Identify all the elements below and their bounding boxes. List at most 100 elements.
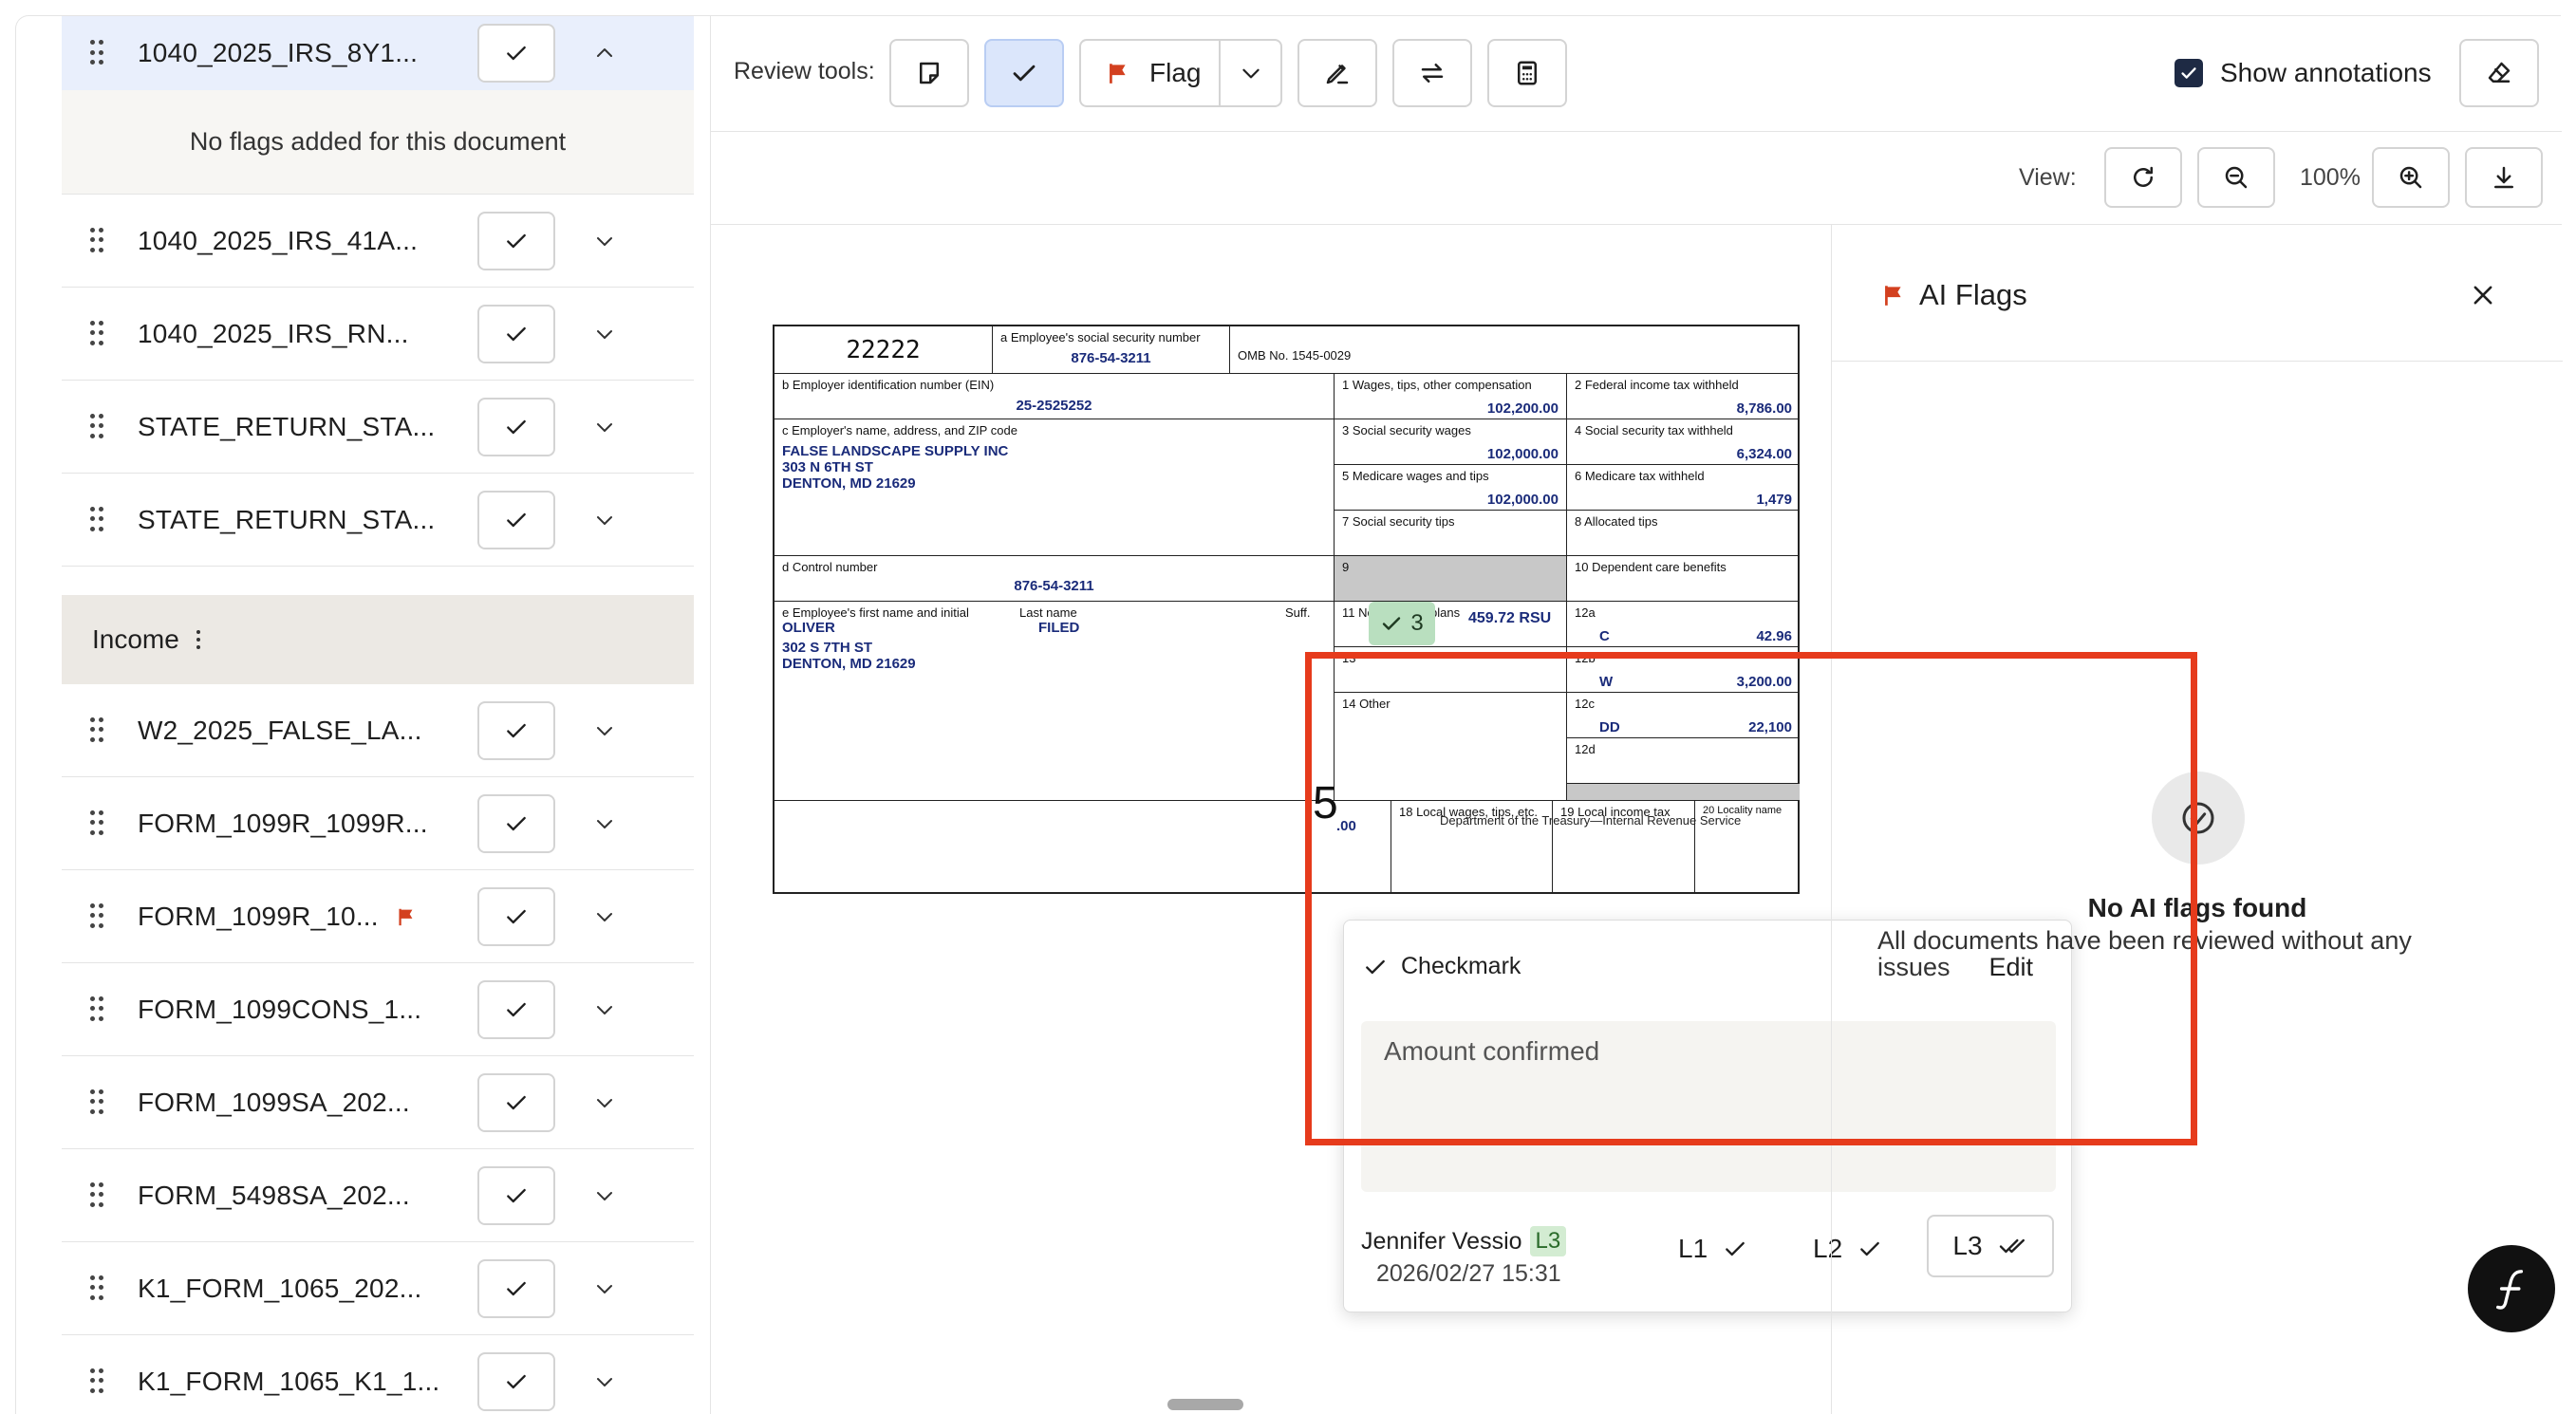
w2-employee-last: FILED bbox=[1038, 620, 1080, 636]
w2-box-12c: 12c DD 22,100 bbox=[1567, 693, 1800, 738]
mark-reviewed-button[interactable] bbox=[477, 304, 555, 363]
chevron-down-icon[interactable] bbox=[593, 509, 616, 531]
mark-reviewed-button[interactable] bbox=[477, 490, 555, 549]
drag-handle-icon[interactable] bbox=[90, 413, 103, 440]
swap-tool-button[interactable] bbox=[1392, 39, 1472, 107]
mark-reviewed-button[interactable] bbox=[477, 1072, 555, 1132]
document-row[interactable]: FORM_1099CONS_1... bbox=[62, 963, 694, 1056]
drag-handle-icon[interactable] bbox=[90, 506, 103, 533]
document-row[interactable]: FORM_5498SA_202... bbox=[62, 1149, 694, 1242]
flag-dropdown-toggle[interactable] bbox=[1221, 41, 1280, 105]
w2-employee-names: OLIVER FILED bbox=[782, 620, 1326, 636]
chevron-down-icon[interactable] bbox=[593, 230, 616, 252]
mark-reviewed-button[interactable] bbox=[477, 793, 555, 853]
pen-icon bbox=[1326, 65, 1349, 84]
document-row-expanded[interactable]: 1040_2025_IRS_8Y1... bbox=[62, 16, 694, 90]
document-row[interactable]: FORM_1099R_1099R... bbox=[62, 777, 694, 870]
chevron-up-icon[interactable] bbox=[593, 42, 616, 65]
drag-handle-icon[interactable] bbox=[90, 902, 103, 930]
drag-handle-icon[interactable] bbox=[90, 995, 103, 1023]
flag-tool-button[interactable]: Flag bbox=[1079, 39, 1282, 107]
w2-b14-text: 59.72 RSU bbox=[1476, 610, 1552, 626]
document-row[interactable]: K1_FORM_1065_202... bbox=[62, 1242, 694, 1335]
checkmark-annotation-badge[interactable]: 3 bbox=[1369, 602, 1435, 645]
assistant-fab[interactable] bbox=[2468, 1245, 2555, 1332]
drag-handle-icon[interactable] bbox=[90, 1274, 103, 1302]
document-name: STATE_RETURN_STA... bbox=[138, 504, 436, 534]
popover-title: Checkmark bbox=[1401, 953, 1521, 979]
clear-annotations-button[interactable] bbox=[2459, 39, 2539, 107]
download-button[interactable] bbox=[2465, 147, 2543, 208]
mark-reviewed-button[interactable] bbox=[477, 24, 555, 83]
mark-reviewed-button[interactable] bbox=[477, 1351, 555, 1411]
document-row[interactable]: 1040_2025_IRS_41A... bbox=[62, 195, 694, 288]
highlight-tool-button[interactable] bbox=[1297, 39, 1377, 107]
viewer-resize-handle[interactable] bbox=[1167, 1399, 1243, 1410]
document-row[interactable]: FORM_1099R_10... bbox=[62, 870, 694, 963]
chevron-down-icon[interactable] bbox=[593, 416, 616, 438]
drag-handle-icon[interactable] bbox=[90, 40, 103, 66]
w2-b12b-code: W bbox=[1599, 674, 1614, 690]
document-row[interactable]: K1_FORM_1065_K1_1... bbox=[62, 1335, 694, 1414]
chevron-down-icon[interactable] bbox=[593, 1091, 616, 1114]
mark-reviewed-button[interactable] bbox=[477, 979, 555, 1039]
mark-reviewed-button[interactable] bbox=[477, 397, 555, 456]
document-row[interactable]: STATE_RETURN_STA... bbox=[62, 381, 694, 474]
document-row[interactable]: 1040_2025_IRS_RN... bbox=[62, 288, 694, 381]
w2-ein-label: b Employer identification number (EIN) bbox=[782, 378, 995, 392]
drag-handle-icon[interactable] bbox=[90, 809, 103, 837]
drag-handle-icon[interactable] bbox=[90, 1088, 103, 1116]
calculator-tool-button[interactable] bbox=[1487, 39, 1567, 107]
close-icon[interactable] bbox=[2470, 282, 2496, 308]
w2-box-3: 3 Social security wages 102,000.00 bbox=[1335, 419, 1567, 465]
chevron-down-icon[interactable] bbox=[593, 1277, 616, 1300]
w2-b1-label: 1 Wages, tips, other compensation bbox=[1342, 378, 1532, 392]
view-label: View: bbox=[2019, 164, 2077, 191]
mark-reviewed-button[interactable] bbox=[477, 1165, 555, 1225]
drag-handle-icon[interactable] bbox=[90, 320, 103, 347]
show-annotations-checkbox[interactable] bbox=[2175, 59, 2203, 87]
chevron-down-icon[interactable] bbox=[593, 1370, 616, 1393]
document-name: FORM_1099R_1099R... bbox=[138, 808, 428, 838]
show-annotations-toggle[interactable]: Show annotations bbox=[2175, 58, 2432, 88]
check-icon bbox=[507, 512, 526, 527]
mark-reviewed-button[interactable] bbox=[477, 211, 555, 270]
level-l1-status[interactable]: L1 bbox=[1678, 1234, 1747, 1264]
chevron-down-icon[interactable] bbox=[593, 905, 616, 928]
eraser-icon bbox=[2488, 62, 2511, 83]
chevron-down-icon[interactable] bbox=[593, 812, 616, 835]
kebab-menu-icon[interactable] bbox=[196, 630, 200, 649]
w2-box-a: a Employee's social security number 876-… bbox=[993, 326, 1230, 374]
document-viewer[interactable]: 22222 a Employee's social security numbe… bbox=[711, 225, 2072, 1414]
zoom-out-button[interactable] bbox=[2197, 147, 2275, 208]
document-row[interactable]: W2_2025_FALSE_LA... bbox=[62, 684, 694, 777]
w2-suffix-label: Suff. bbox=[1285, 605, 1311, 620]
zoom-level: 100% bbox=[2300, 164, 2361, 191]
drag-handle-icon[interactable] bbox=[90, 1181, 103, 1209]
chevron-down-icon[interactable] bbox=[593, 998, 616, 1021]
check-icon bbox=[507, 1281, 526, 1295]
mark-reviewed-button[interactable] bbox=[477, 1258, 555, 1318]
document-row[interactable]: STATE_RETURN_STA... bbox=[62, 474, 694, 567]
flag-button-main[interactable]: Flag bbox=[1081, 41, 1222, 105]
note-icon bbox=[920, 62, 939, 84]
w2-b13-label: 13 bbox=[1342, 651, 1356, 665]
drag-handle-icon[interactable] bbox=[90, 1367, 103, 1395]
note-tool-button[interactable] bbox=[889, 39, 969, 107]
chevron-down-icon[interactable] bbox=[593, 323, 616, 345]
drag-handle-icon[interactable] bbox=[90, 227, 103, 254]
check-icon bbox=[507, 1374, 526, 1388]
rotate-button[interactable] bbox=[2104, 147, 2182, 208]
chevron-down-icon[interactable] bbox=[593, 1184, 616, 1207]
checkmark-tool-button[interactable] bbox=[984, 39, 1064, 107]
mark-reviewed-button[interactable] bbox=[477, 886, 555, 946]
zoom-in-button[interactable] bbox=[2372, 147, 2450, 208]
section-header-income[interactable]: Income bbox=[62, 595, 694, 684]
drag-handle-icon[interactable] bbox=[90, 716, 103, 744]
empty-state-title: No AI flags found bbox=[2087, 893, 2307, 922]
document-row[interactable]: FORM_1099SA_202... bbox=[62, 1056, 694, 1149]
w2-box-10: 10 Dependent care benefits bbox=[1567, 556, 1800, 602]
chevron-down-icon[interactable] bbox=[593, 719, 616, 742]
mark-reviewed-button[interactable] bbox=[477, 700, 555, 760]
w2-box-5: 5 Medicare wages and tips 102,000.00 bbox=[1335, 465, 1567, 511]
